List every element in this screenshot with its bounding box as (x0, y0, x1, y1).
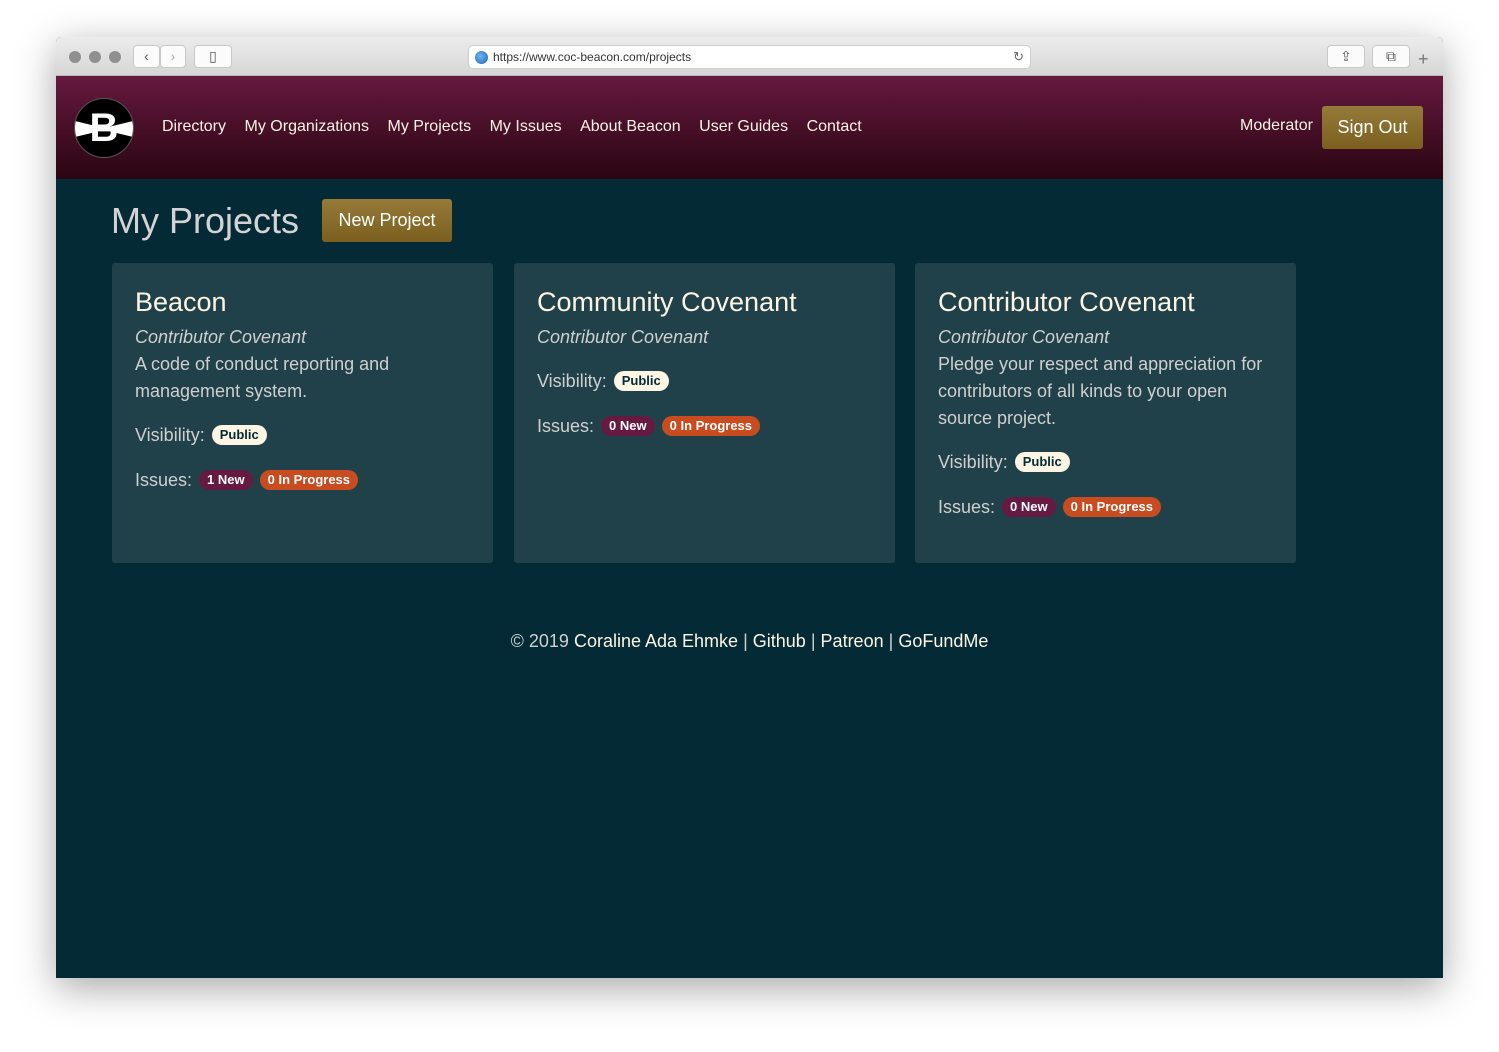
visibility-label: Visibility: (938, 452, 1008, 472)
beacon-logo[interactable]: B (74, 98, 134, 158)
nav-about-beacon[interactable]: About Beacon (580, 118, 681, 136)
copyright: © 2019 (510, 631, 569, 651)
project-org: Contributor Covenant (938, 327, 1110, 347)
visibility-label: Visibility: (135, 425, 205, 445)
separator: | (888, 631, 894, 651)
share-icon[interactable]: ⇪ (1327, 45, 1365, 68)
project-card: Community Covenant Contributor Covenant … (514, 263, 895, 563)
browser-window: ‹ › ▯ https://www.coc-beacon.com/project… (56, 37, 1443, 978)
project-name[interactable]: Contributor Covenant (938, 287, 1273, 318)
project-description: Pledge your respect and appreciation for… (938, 354, 1263, 428)
new-issues-badge[interactable]: 0 New (1002, 497, 1056, 517)
browser-toolbar: ‹ › ▯ https://www.coc-beacon.com/project… (56, 37, 1443, 76)
in-progress-badge[interactable]: 0 In Progress (661, 416, 761, 436)
nav-my-issues[interactable]: My Issues (490, 118, 562, 136)
new-tab-icon[interactable]: + (1418, 49, 1429, 70)
logo-letter: B (89, 106, 119, 150)
nav-contact[interactable]: Contact (807, 118, 862, 136)
minimize-window-button[interactable] (89, 51, 101, 63)
patreon-link[interactable]: Patreon (821, 631, 884, 651)
zoom-window-button[interactable] (109, 51, 121, 63)
issues-label: Issues: (135, 470, 193, 490)
project-name[interactable]: Community Covenant (537, 287, 872, 318)
user-role: Moderator (1240, 117, 1313, 134)
in-progress-badge[interactable]: 0 In Progress (259, 470, 359, 490)
nav-my-organizations[interactable]: My Organizations (245, 118, 370, 136)
project-org: Contributor Covenant (135, 327, 307, 347)
back-icon[interactable]: ‹ (133, 45, 160, 68)
forward-icon[interactable]: › (160, 45, 186, 68)
new-project-button[interactable]: New Project (322, 199, 452, 242)
nav-directory[interactable]: Directory (162, 118, 226, 136)
project-org: Contributor Covenant (537, 327, 709, 347)
issues-label: Issues: (537, 416, 595, 436)
page-title: My Projects (111, 200, 300, 241)
url-text: https://www.coc-beacon.com/projects (493, 50, 692, 64)
sign-out-button[interactable]: Sign Out (1322, 106, 1423, 149)
address-bar[interactable]: https://www.coc-beacon.com/projects ↻ (468, 45, 1031, 69)
new-issues-badge[interactable]: 1 New (199, 470, 253, 490)
visibility-badge: Public (1014, 452, 1070, 472)
separator: | (810, 631, 816, 651)
gofundme-link[interactable]: GoFundMe (898, 631, 988, 651)
visibility-badge: Public (613, 371, 669, 391)
issues-label: Issues: (938, 497, 996, 517)
tabs-icon[interactable]: ⧉ (1372, 45, 1410, 68)
nav-user-guides[interactable]: User Guides (699, 118, 788, 136)
sidebar-icon[interactable]: ▯ (194, 45, 232, 68)
close-window-button[interactable] (69, 51, 81, 63)
visibility-badge: Public (211, 425, 267, 445)
project-name[interactable]: Beacon (135, 287, 470, 318)
separator: | (743, 631, 748, 651)
nav-my-projects[interactable]: My Projects (388, 118, 472, 136)
github-link[interactable]: Github (753, 631, 806, 651)
project-description: A code of conduct reporting and manageme… (135, 354, 390, 401)
project-card: Beacon Contributor Covenant A code of co… (112, 263, 493, 563)
in-progress-badge[interactable]: 0 In Progress (1062, 497, 1162, 517)
new-issues-badge[interactable]: 0 New (601, 416, 655, 436)
author-link[interactable]: Coraline Ada Ehmke (574, 631, 738, 651)
globe-icon (475, 51, 488, 64)
footer: © 2019 Coraline Ada Ehmke | Github | Pat… (56, 631, 1443, 652)
reload-icon[interactable]: ↻ (1013, 46, 1024, 68)
visibility-label: Visibility: (537, 371, 607, 391)
top-navbar: B Directory My Organizations My Projects… (56, 76, 1443, 179)
project-card: Contributor Covenant Contributor Covenan… (915, 263, 1296, 563)
